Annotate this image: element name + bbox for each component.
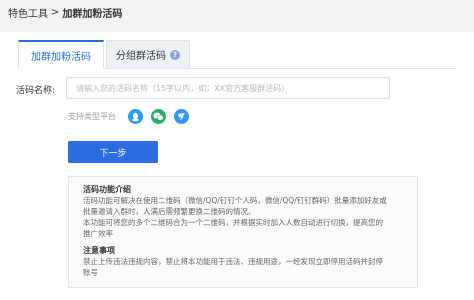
tab-label: 分组群活码: [116, 51, 166, 62]
notice-line: 禁止上传违法违规内容，禁止将本功能用于违法、违规用途，一经发现立即停用活码并封停: [83, 257, 383, 266]
tab-label: 加群加粉活码: [31, 52, 91, 63]
breadcrumb: 特色工具 > 加群加粉活码: [8, 5, 122, 20]
info-box: 活码功能介绍 活码功能可解决在使用二维码（微信/QQ/钉钉个人码，微信/QQ/钉…: [68, 176, 418, 288]
intro-line: 推广效率: [83, 229, 113, 238]
code-name-label: 活码名称:: [16, 86, 56, 96]
intro-title: 活码功能介绍: [83, 185, 131, 194]
tab-grouped-code[interactable]: 分组群活码 ?: [106, 40, 190, 68]
platform-row: 支持类型平台: [68, 109, 189, 124]
breadcrumb-parent[interactable]: 特色工具: [8, 5, 48, 20]
platform-label: 支持类型平台: [68, 112, 116, 121]
notice-line: 账号: [83, 268, 98, 277]
dingtalk-icon: [174, 109, 189, 124]
intro-line: 活码功能可解决在使用二维码（微信/QQ/钉钉个人码，微信/QQ/钉钉群码）批量添…: [83, 196, 387, 205]
breadcrumb-current: 加群加粉活码: [62, 9, 123, 20]
intro-line: 批量邀请入群时，人满后需频繁更换二维码的情况。: [83, 207, 256, 216]
breadcrumb-separator: >: [51, 7, 60, 18]
wechat-icon: [151, 109, 166, 124]
help-icon[interactable]: ?: [170, 49, 180, 60]
intro-line: 本功能可将您的多个二维码合为一个二维码，并根据实时加入人数自动进行切换，提高您的: [83, 218, 383, 227]
notice-title: 注意事项: [83, 246, 115, 255]
tab-group-fans-code[interactable]: 加群加粉活码: [18, 40, 104, 69]
code-name-input[interactable]: [66, 77, 390, 99]
qq-icon: [128, 109, 143, 124]
top-bar: 特色工具 > 加群加粉活码: [0, 0, 474, 28]
next-step-button[interactable]: 下一步: [68, 141, 158, 163]
